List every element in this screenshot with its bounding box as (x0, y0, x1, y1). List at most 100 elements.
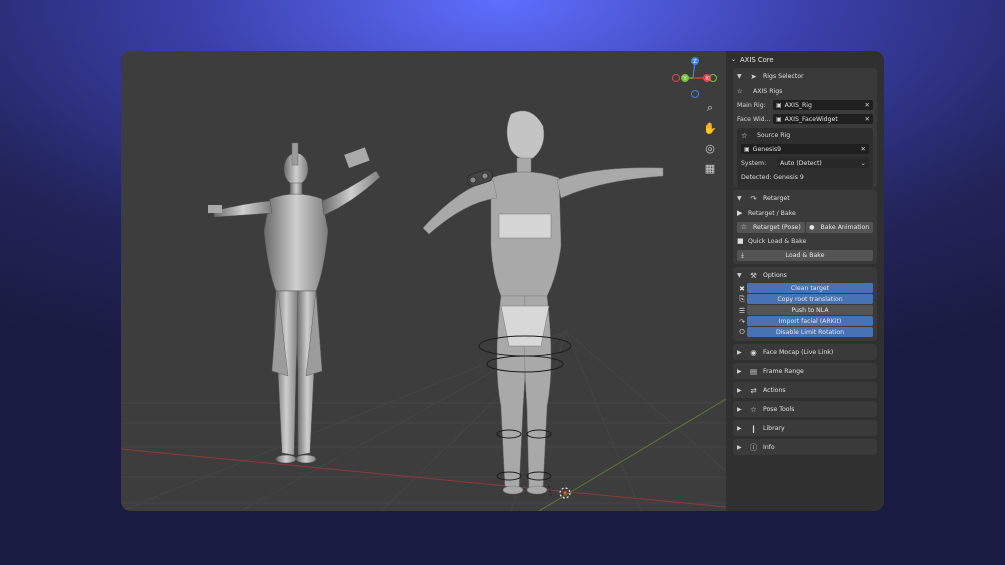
trash-icon: ✖ (739, 284, 745, 293)
download-icon: ⤓ (741, 250, 744, 259)
clear-icon[interactable]: ✕ (861, 145, 866, 153)
expand-triangle-icon: ▶ (737, 348, 742, 356)
option-row: ✖ Clean target (737, 283, 873, 294)
collapsed-section-header[interactable]: ▶ ☆ Pose Tools (733, 401, 877, 417)
source-rig-header: ☆ Source Rig (737, 128, 873, 142)
retarget-bake-row: ▶ Retarget / Bake (733, 206, 877, 220)
option-row: ☰ Push to NLA (737, 305, 873, 316)
axis-core-panel: ⌄ AXIS Core ▼ ➤ Rigs Selector ☆ AXIS Rig… (726, 51, 884, 511)
system-dropdown[interactable]: Auto (Detect) ⌄ (777, 158, 869, 168)
navigation-gizmo[interactable]: Z Y X (671, 54, 721, 100)
face-import-icon: ↷ (739, 317, 745, 326)
collapsed-section-header[interactable]: ▶ ◉ Face Mocap (Live Link) (733, 344, 877, 360)
retarget-pose-label: Retarget (Pose) (753, 223, 801, 231)
chevron-down-icon: ⌄ (731, 56, 737, 63)
grey-character-model[interactable] (401, 106, 701, 496)
copy-icon: ⎘ (739, 295, 745, 303)
main-rig-value: AXIS_Rig (784, 101, 812, 109)
collapsed-section-header[interactable]: ▶ ▤ Frame Range (733, 363, 877, 379)
collapsed-section-label: Frame Range (763, 367, 804, 375)
option-toggle-button[interactable]: Clean target (747, 283, 873, 293)
load-bake-row: ⤓ Load & Bake (733, 248, 877, 264)
collapsed-section: ▶ ⇄ Actions (733, 382, 877, 398)
expand-triangle-icon: ▼ (737, 271, 742, 279)
main-rig-row: Main Rig: ▣ AXIS_Rig ✕ (733, 98, 877, 112)
clear-icon[interactable]: ✕ (865, 101, 870, 109)
collapsed-sections: ▶ ◉ Face Mocap (Live Link) ▶ ▤ Frame Range ▶ ⇄ A… (726, 344, 884, 455)
grid-view-icon[interactable]: ▦ (701, 159, 719, 177)
collapsed-section-header[interactable]: ▶ ⇄ Actions (733, 382, 877, 398)
rigs-selector-section: ▼ ➤ Rigs Selector ☆ AXIS Rigs Main Rig: … (733, 68, 877, 187)
collapsed-section: ▶ ▤ Frame Range (733, 363, 877, 379)
nla-icon: ☰ (738, 306, 746, 315)
load-bake-button[interactable]: ⤓ Load & Bake (737, 249, 873, 261)
face-widget-label: Face Wid... (737, 115, 771, 123)
metallic-mannequin[interactable] (206, 141, 396, 471)
info-icon: ⓘ (749, 442, 758, 452)
option-toggle-button[interactable]: Disable Limit Rotation (747, 327, 873, 337)
options-label: Options (763, 271, 787, 279)
lock-icon: ⭘ (739, 328, 745, 336)
main-rig-field[interactable]: ▣ AXIS_Rig ✕ (773, 100, 873, 110)
retarget-bake-label: Retarget / Bake (748, 209, 796, 217)
panel-title: AXIS Core (740, 55, 774, 64)
zoom-icon[interactable]: ⌕ (701, 99, 719, 117)
record-dot-icon: ● (809, 223, 815, 231)
collapsed-section: ▶ ❙ Library (733, 420, 877, 436)
system-value: Auto (Detect) (780, 159, 822, 167)
collapsed-section-label: Actions (763, 386, 786, 394)
source-rig-box: ☆ Source Rig ▣ Genesis9 ✕ System: Auto (… (737, 128, 873, 187)
3d-viewport[interactable]: Z Y X ⌕ ✋ ◎ ▦ (121, 51, 726, 511)
detected-text: Detected: Genesis 9 (741, 173, 804, 181)
gizmo-z-label: Z (693, 59, 697, 65)
pose-icon: ☆ (741, 130, 748, 140)
rigs-selector-header[interactable]: ▼ ➤ Rigs Selector (733, 68, 877, 84)
gizmo-y-label: Y (682, 76, 687, 82)
folder-icon: ■ (737, 237, 744, 245)
expand-triangle-icon: ▶ (737, 405, 742, 413)
options-section: ▼ ⚒ Options ✖ Clean target ⎘ Copy root tran… (733, 267, 877, 341)
expand-triangle-icon: ▼ (737, 72, 742, 80)
collapsed-section: ▶ ☆ Pose Tools (733, 401, 877, 417)
clear-icon[interactable]: ✕ (865, 115, 870, 123)
expand-triangle-icon: ▶ (737, 424, 742, 432)
retarget-pose-button[interactable]: ☆ Retarget (Pose) (737, 221, 805, 233)
option-toggle-button[interactable]: Push to NLA (747, 305, 873, 315)
panel-title-row[interactable]: ⌄ AXIS Core (726, 51, 884, 68)
axis-rigs-label: AXIS Rigs (753, 87, 783, 95)
options-header[interactable]: ▼ ⚒ Options (733, 267, 877, 283)
source-rig-label: Source Rig (757, 131, 791, 139)
pose-icon: ☆ (740, 223, 747, 231)
quick-load-row: ■ Quick Load & Bake (733, 234, 877, 248)
face-widget-field[interactable]: ▣ AXIS_FaceWidget ✕ (773, 114, 873, 124)
pose-tools-icon: ☆ (750, 404, 757, 414)
load-bake-label: Load & Bake (785, 251, 825, 259)
option-row: ⭘ Disable Limit Rotation (737, 327, 873, 338)
axis-rigs-row: ☆ AXIS Rigs (733, 84, 877, 98)
collapsed-section-header[interactable]: ▶ ❙ Library (733, 420, 877, 436)
pan-hand-icon[interactable]: ✋ (701, 119, 719, 137)
main-rig-label: Main Rig: (737, 101, 766, 109)
collapsed-section-label: Library (763, 424, 785, 432)
option-toggle-button[interactable]: Import facial (ARKit) (747, 316, 873, 326)
option-toggle-button[interactable]: Copy root translation (747, 294, 873, 304)
retarget-header[interactable]: ▼ ↷ Retarget (733, 190, 877, 206)
quick-load-label: Quick Load & Bake (748, 237, 807, 245)
cursor-arrow-icon: ➤ (750, 71, 757, 81)
retarget-buttons-row: ☆ Retarget (Pose) ● Bake Animation (733, 220, 877, 234)
source-rig-field[interactable]: ▣ Genesis9 ✕ (741, 144, 869, 154)
collapsed-section-label: Info (763, 443, 775, 451)
collapsed-section: ▶ ⓘ Info (733, 439, 877, 455)
collapsed-section-header[interactable]: ▶ ⓘ Info (733, 439, 877, 455)
chevron-down-icon: ⌄ (860, 159, 866, 167)
camera-icon[interactable]: ◎ (701, 139, 719, 157)
option-row: ↷ Import facial (ARKit) (737, 316, 873, 327)
collapsed-section: ▶ ◉ Face Mocap (Live Link) (733, 344, 877, 360)
object-icon: ▣ (776, 115, 782, 123)
blender-window: Z Y X ⌕ ✋ ◎ ▦ ⌄ AXIS Core ▼ ➤ Rigs Selec… (121, 51, 884, 511)
bake-animation-button[interactable]: ● Bake Animation (805, 221, 873, 233)
detected-row: Detected: Genesis 9 (737, 170, 873, 184)
retarget-icon: ↷ (750, 193, 757, 203)
face-widget-value: AXIS_FaceWidget (784, 115, 838, 123)
bake-animation-label: Bake Animation (820, 223, 870, 231)
